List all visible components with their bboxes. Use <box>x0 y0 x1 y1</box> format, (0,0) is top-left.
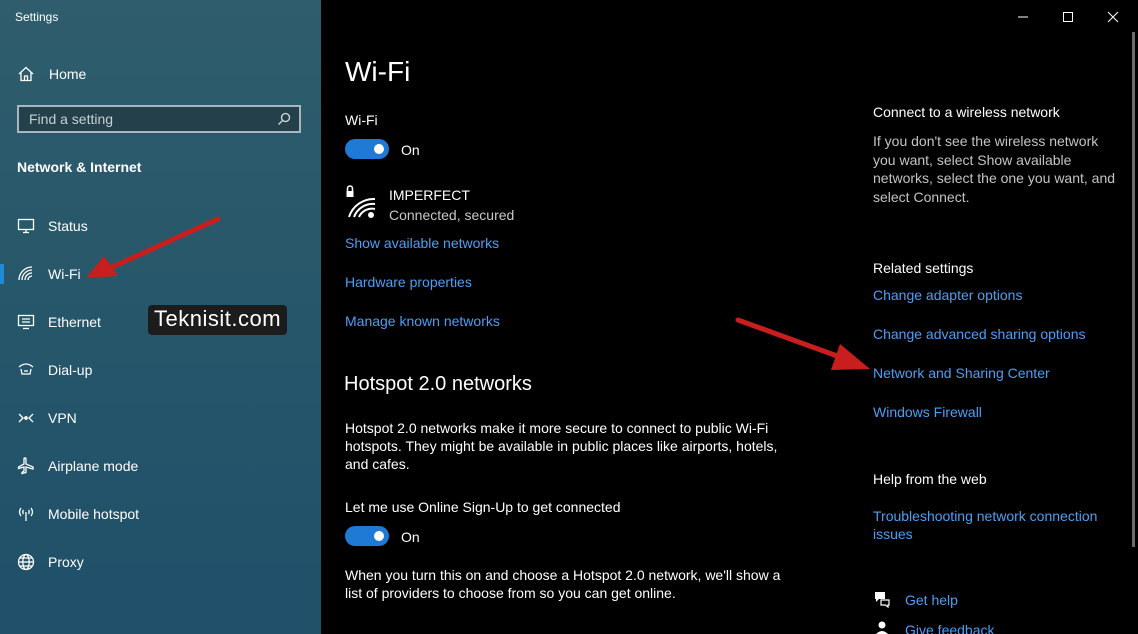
home-icon <box>18 66 34 82</box>
sidebar-item-label: Mobile hotspot <box>48 506 140 522</box>
wifi-icon <box>17 265 35 283</box>
signup-label: Let me use Online Sign-Up to get connect… <box>345 499 621 515</box>
sidebar-item-mobile-hotspot[interactable]: Mobile hotspot <box>0 490 321 538</box>
sidebar-item-label: Dial-up <box>48 362 93 378</box>
airplane-icon <box>17 457 35 475</box>
minimize-button[interactable] <box>1010 8 1036 26</box>
network-name: IMPERFECT <box>389 187 470 203</box>
get-help-icon <box>875 592 890 608</box>
hardware-properties-link[interactable]: Hardware properties <box>345 274 472 290</box>
section-title: Network & Internet <box>17 159 142 175</box>
give-feedback-row[interactable]: Give feedback <box>873 620 1073 634</box>
give-feedback-link[interactable]: Give feedback <box>905 622 995 634</box>
home-label: Home <box>49 66 87 82</box>
wifi-toggle-state: On <box>401 142 420 158</box>
signup-toggle[interactable] <box>345 526 389 546</box>
related-settings-heading: Related settings <box>873 260 974 276</box>
change-advanced-sharing-link[interactable]: Change advanced sharing options <box>873 326 1086 342</box>
wifi-label: Wi-Fi <box>345 112 378 128</box>
minimize-icon <box>1018 16 1028 18</box>
sidebar-item-proxy[interactable]: Proxy <box>0 538 321 586</box>
search-box[interactable] <box>17 105 301 133</box>
signup-description: When you turn this on and choose a Hotsp… <box>345 567 781 601</box>
sidebar-item-airplane-mode[interactable]: Airplane mode <box>0 442 321 490</box>
search-input[interactable] <box>29 111 259 127</box>
sidebar-item-label: VPN <box>48 410 77 426</box>
sidebar-item-label: Airplane mode <box>48 458 139 474</box>
sidebar-item-vpn[interactable]: VPN <box>0 394 321 442</box>
sidebar-item-wifi[interactable]: Wi-Fi <box>0 250 321 298</box>
vpn-icon <box>17 409 35 427</box>
troubleshooting-link[interactable]: Troubleshooting network connection issue… <box>873 507 1123 543</box>
manage-known-networks-link[interactable]: Manage known networks <box>345 313 500 329</box>
sidebar-item-status[interactable]: Status <box>0 202 321 250</box>
help-heading: Help from the web <box>873 471 987 487</box>
change-adapter-options-link[interactable]: Change adapter options <box>873 287 1022 303</box>
watermark: Teknisit.com <box>148 305 288 335</box>
show-available-networks-link[interactable]: Show available networks <box>345 235 499 251</box>
feedback-icon <box>876 621 888 634</box>
network-sharing-center-link[interactable]: Network and Sharing Center <box>873 365 1050 381</box>
dialup-icon <box>17 361 35 379</box>
ethernet-icon <box>17 313 35 331</box>
status-icon <box>17 217 35 235</box>
maximize-button[interactable] <box>1055 8 1081 26</box>
hotspot-heading: Hotspot 2.0 networks <box>344 373 532 395</box>
page-title: Wi-Fi <box>345 56 411 87</box>
search-icon[interactable] <box>277 112 291 126</box>
get-help-link[interactable]: Get help <box>905 592 958 608</box>
home-button[interactable]: Home <box>17 63 86 85</box>
sidebar-item-label: Proxy <box>48 554 84 570</box>
wifi-secured-icon <box>346 185 376 218</box>
close-icon <box>1107 11 1119 23</box>
hotspot-description: Hotspot 2.0 networks make it more secure… <box>345 420 778 472</box>
proxy-icon <box>17 553 35 571</box>
sidebar-item-label: Ethernet <box>48 314 101 330</box>
connect-text: If you don't see the wireless network yo… <box>873 133 1116 205</box>
network-entry[interactable]: IMPERFECT Connected, secured <box>345 184 545 224</box>
scrollbar[interactable] <box>1132 32 1135 547</box>
windows-firewall-link[interactable]: Windows Firewall <box>873 404 982 420</box>
maximize-icon <box>1063 12 1073 22</box>
wifi-toggle[interactable] <box>345 139 389 159</box>
sidebar-item-label: Wi-Fi <box>48 266 81 282</box>
app-title: Settings <box>15 10 59 24</box>
sidebar-item-dialup[interactable]: Dial-up <box>0 346 321 394</box>
network-status: Connected, secured <box>389 207 515 223</box>
hotspot-icon <box>17 505 35 523</box>
close-button[interactable] <box>1100 8 1126 26</box>
connect-heading: Connect to a wireless network <box>873 104 1060 120</box>
annotation-arrow-sharing-center <box>735 317 870 370</box>
sidebar-item-label: Status <box>48 218 88 234</box>
signup-toggle-state: On <box>401 529 420 545</box>
